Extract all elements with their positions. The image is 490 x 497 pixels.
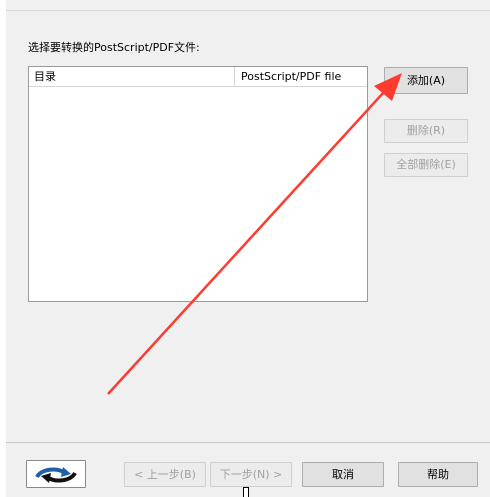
instruction-label: 选择要转换的PostScript/PDF文件:: [28, 41, 200, 54]
delete-button[interactable]: 删除(R): [384, 119, 468, 143]
help-button[interactable]: 帮助: [398, 462, 478, 487]
cancel-button[interactable]: 取消: [302, 462, 384, 487]
logo-button[interactable]: [26, 460, 86, 488]
header-divider: [6, 10, 490, 11]
delete-all-button[interactable]: 全部删除(E): [384, 153, 468, 177]
back-button[interactable]: < 上一步(B): [124, 462, 206, 487]
column-header-directory[interactable]: 目录: [29, 67, 234, 86]
add-button[interactable]: 添加(A): [384, 67, 468, 94]
next-button[interactable]: 下一步(N) >: [210, 462, 292, 487]
refresh-arrows-icon: [35, 467, 77, 483]
footer-divider: [6, 442, 490, 443]
file-list[interactable]: 目录 PostScript/PDF file: [28, 66, 368, 302]
column-header-file[interactable]: PostScript/PDF file: [235, 67, 368, 86]
mouse-cursor: [243, 487, 249, 497]
file-list-header: 目录 PostScript/PDF file: [29, 67, 367, 87]
